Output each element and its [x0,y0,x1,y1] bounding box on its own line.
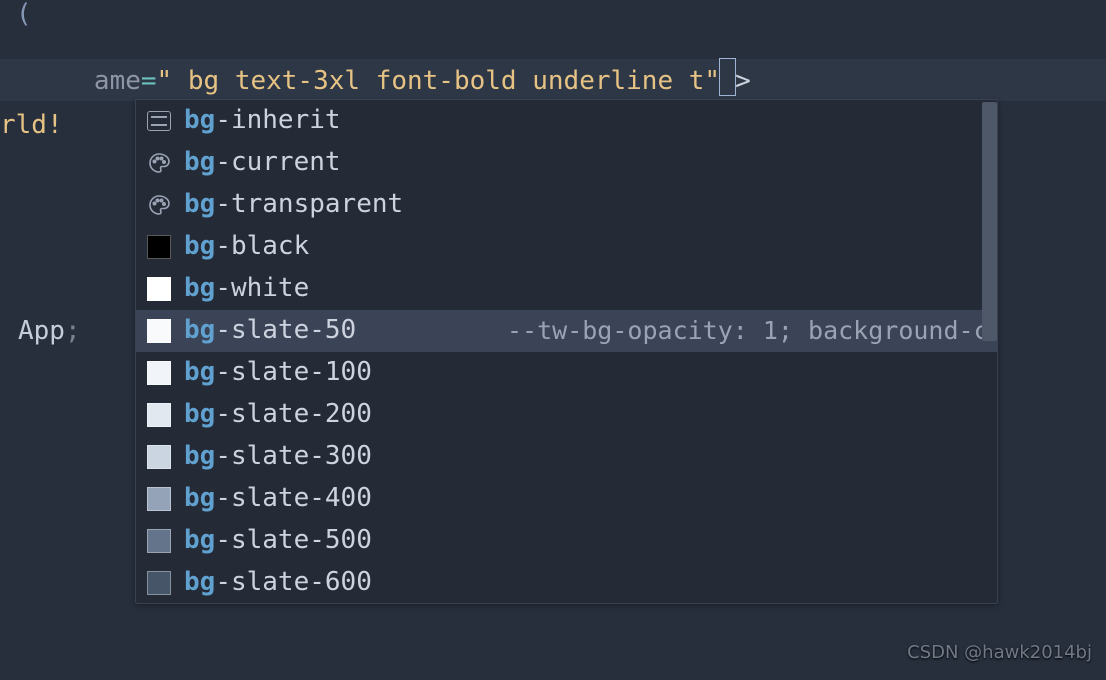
code-fragment: App; [0,311,81,353]
autocomplete-label: bg-slate-400 [184,478,372,520]
autocomplete-item-bg-slate-300[interactable]: bg-slate-300 [136,436,997,478]
equals-token: = [141,66,157,96]
autocomplete-item-bg-black[interactable]: bg-black [136,226,997,268]
autocomplete-item-bg-slate-100[interactable]: bg-slate-100 [136,352,997,394]
attr-name: ame [94,66,141,96]
color-swatch-icon [146,528,172,554]
autocomplete-label: bg-slate-200 [184,394,372,436]
gt-token: > [735,66,751,96]
autocomplete-item-bg-inherit[interactable]: bg-inherit [136,100,997,142]
color-swatch-icon [146,234,172,260]
code-editor[interactable]: ( ame=" bg text-3xl font-bold underline … [0,0,1106,680]
autocomplete-label: bg-transparent [184,184,403,226]
code-fragment: rld! [0,105,63,147]
autocomplete-item-bg-slate-200[interactable]: bg-slate-200 [136,394,997,436]
autocomplete-label: bg-slate-100 [184,352,372,394]
autocomplete-label: bg-slate-300 [184,436,372,478]
autocomplete-label: bg-slate-600 [184,562,372,603]
quote-close: " [704,66,720,96]
class-string: bg text-3xl font-bold underline t [172,66,704,96]
autocomplete-item-bg-slate-50[interactable]: bg-slate-50 --tw-bg-opacity: 1; backgroun… [136,310,997,352]
color-swatch-icon [146,402,172,428]
watermark: CSDN @hawk2014bj [907,639,1092,668]
active-code-line[interactable]: ame=" bg text-3xl font-bold underline t"… [0,59,1106,101]
palette-icon [146,192,172,218]
autocomplete-item-bg-slate-600[interactable]: bg-slate-600 [136,562,997,603]
autocomplete-label: bg-inherit [184,100,341,142]
color-swatch-icon [146,360,172,386]
autocomplete-hint: --tw-bg-opacity: 1; background-co…› [507,311,987,351]
quote-open: " [157,66,173,96]
autocomplete-label: bg-black [184,226,309,268]
color-swatch-icon [146,276,172,302]
color-swatch-icon [146,444,172,470]
enum-icon [146,108,172,134]
scrollbar-thumb[interactable] [982,102,997,341]
autocomplete-item-bg-current[interactable]: bg-current [136,142,997,184]
autocomplete-list[interactable]: bg-inheritbg-currentbg-transparentbg-bla… [136,100,997,603]
autocomplete-item-bg-slate-500[interactable]: bg-slate-500 [136,520,997,562]
text-cursor [719,58,736,96]
color-swatch-icon [146,570,172,596]
autocomplete-label: bg-current [184,142,341,184]
autocomplete-popup[interactable]: bg-inheritbg-currentbg-transparentbg-bla… [135,99,998,604]
autocomplete-label: bg-slate-500 [184,520,372,562]
color-swatch-icon [146,318,172,344]
color-swatch-icon [146,486,172,512]
autocomplete-item-bg-white[interactable]: bg-white [136,268,997,310]
autocomplete-label: bg-white [184,268,309,310]
autocomplete-item-bg-transparent[interactable]: bg-transparent [136,184,997,226]
autocomplete-item-bg-slate-400[interactable]: bg-slate-400 [136,478,997,520]
palette-icon [146,150,172,176]
autocomplete-label: bg-slate-50 [184,310,356,352]
